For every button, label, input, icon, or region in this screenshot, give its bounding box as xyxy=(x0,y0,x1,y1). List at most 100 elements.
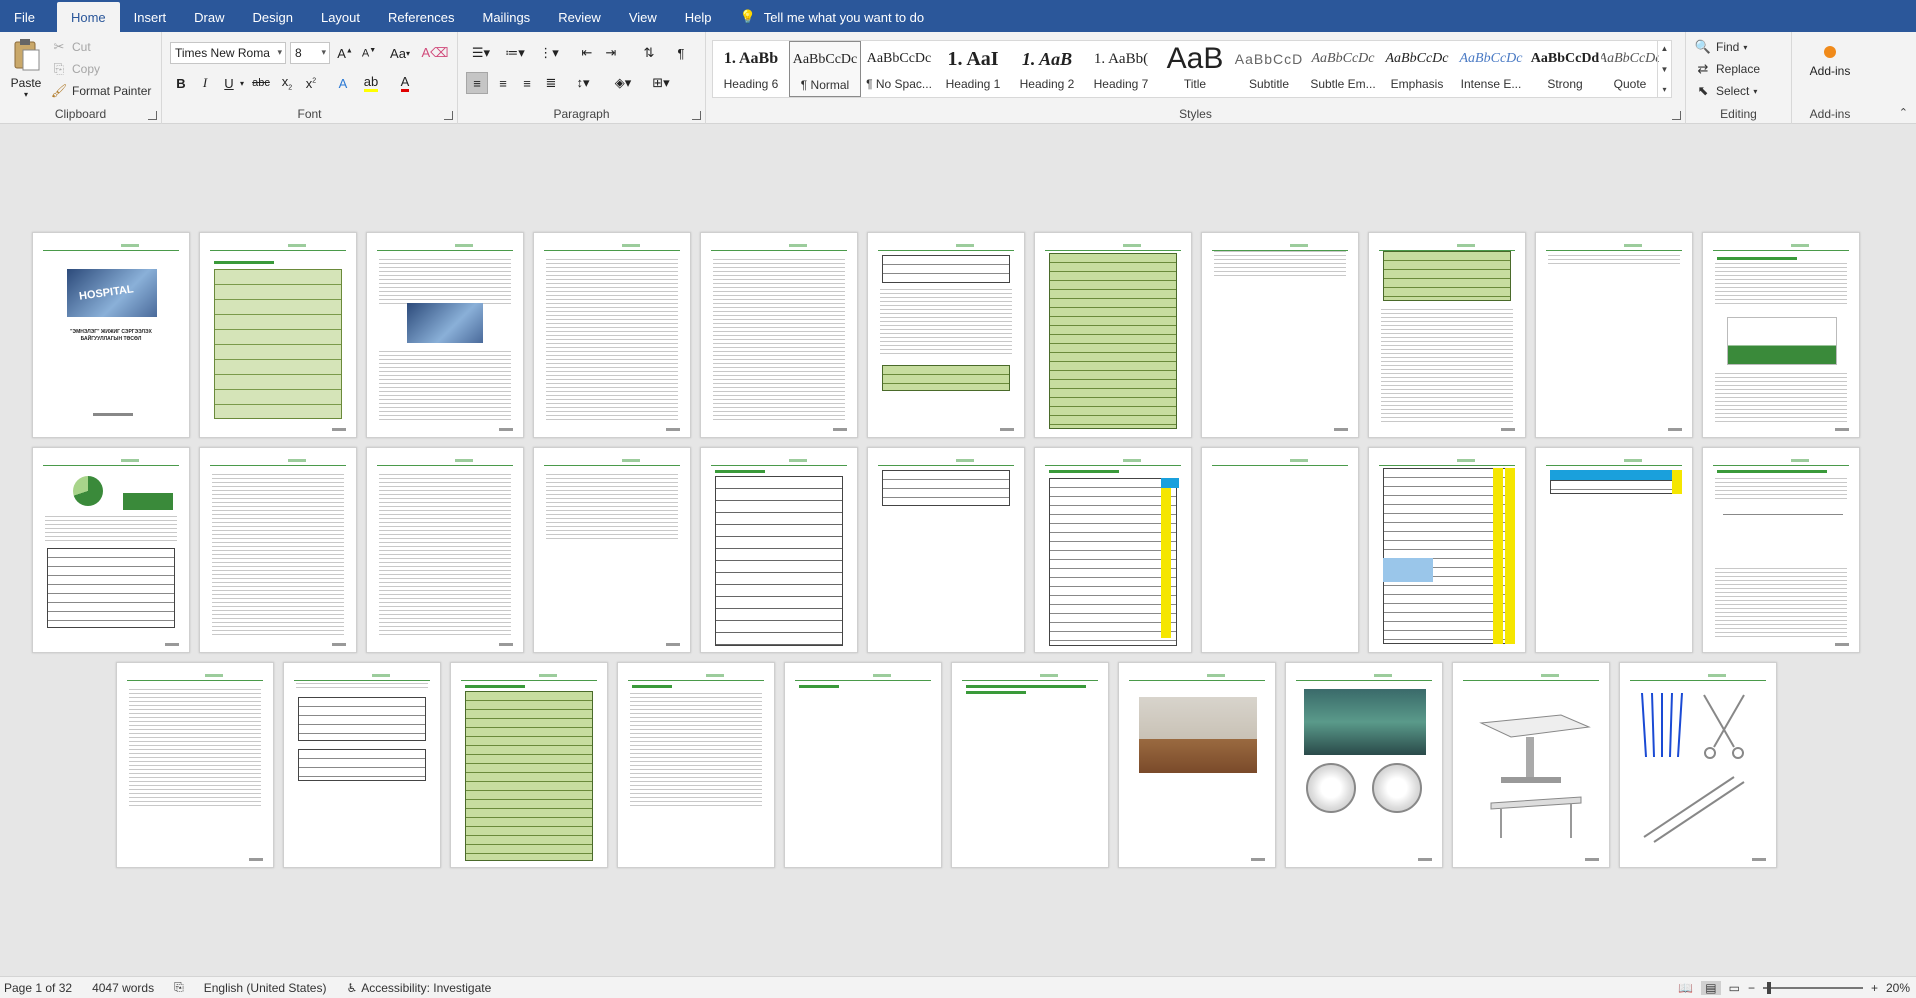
page-thumbnail-2[interactable] xyxy=(199,232,357,438)
page-count[interactable]: Page 1 of 32 xyxy=(4,981,72,995)
page-thumbnail-10[interactable] xyxy=(1535,232,1693,438)
page-thumbnail-31[interactable] xyxy=(1452,662,1610,868)
style-heading-2[interactable]: 1. AaB Heading 2 xyxy=(1011,41,1083,97)
clear-formatting-button[interactable]: A⌫ xyxy=(421,42,448,64)
shading-button[interactable]: ◈▾ xyxy=(608,72,638,94)
page-thumbnail-28[interactable] xyxy=(951,662,1109,868)
grow-font-button[interactable]: A▲ xyxy=(334,42,356,64)
styles-gallery-scroll[interactable]: ▲ ▼ ▾ xyxy=(1657,41,1671,97)
align-center-button[interactable]: ≡ xyxy=(492,72,514,94)
justify-button[interactable]: ≣ xyxy=(540,72,562,94)
highlight-button[interactable]: ab xyxy=(360,72,382,94)
style-subtle-emphasis[interactable]: AaBbCcDc Subtle Em... xyxy=(1307,41,1379,97)
line-spacing-button[interactable]: ↕▾ xyxy=(568,72,598,94)
page-thumbnail-6[interactable] xyxy=(867,232,1025,438)
page-thumbnail-22[interactable] xyxy=(1702,447,1860,653)
paragraph-launcher-icon[interactable] xyxy=(692,111,701,120)
format-painter-button[interactable]: 🖌 Format Painter xyxy=(50,80,152,102)
style-emphasis[interactable]: AaBbCcDc Emphasis xyxy=(1381,41,1453,97)
page-thumbnail-1[interactable]: HOSPITAL "ЭМНЭЛЭГ" ЖИЖИГ СЭРГЭЭЛЭХ БАЙГУ… xyxy=(32,232,190,438)
tab-review[interactable]: Review xyxy=(544,2,615,32)
bold-button[interactable]: B xyxy=(170,72,192,94)
paste-button[interactable]: Paste ▾ xyxy=(8,38,44,104)
decrease-indent-button[interactable]: ⇤ xyxy=(576,42,598,64)
page-thumbnail-19[interactable] xyxy=(1201,447,1359,653)
page-thumbnail-8[interactable] xyxy=(1201,232,1359,438)
page-thumbnail-13[interactable] xyxy=(199,447,357,653)
language-indicator[interactable]: English (United States) xyxy=(204,981,327,995)
zoom-out-icon[interactable]: − xyxy=(1748,981,1755,995)
tab-layout[interactable]: Layout xyxy=(307,2,374,32)
page-thumbnail-24[interactable] xyxy=(283,662,441,868)
strikethrough-button[interactable]: abc xyxy=(250,72,272,94)
tab-view[interactable]: View xyxy=(615,2,671,32)
multilevel-list-button[interactable]: ⋮▾ xyxy=(534,42,564,64)
tab-mailings[interactable]: Mailings xyxy=(469,2,545,32)
tab-help[interactable]: Help xyxy=(671,2,726,32)
style-heading-1[interactable]: 1. AaI Heading 1 xyxy=(937,41,1009,97)
italic-button[interactable]: I xyxy=(194,72,216,94)
show-marks-button[interactable]: ¶ xyxy=(670,42,692,64)
text-effects-button[interactable]: A xyxy=(332,72,354,94)
page-thumbnail-16[interactable] xyxy=(700,447,858,653)
zoom-level[interactable]: 20% xyxy=(1886,981,1910,995)
style-no-spacing[interactable]: AaBbCcDc ¶ No Spac... xyxy=(863,41,935,97)
style-intense-emphasis[interactable]: AaBbCcDc Intense E... xyxy=(1455,41,1527,97)
superscript-button[interactable]: x2 xyxy=(300,72,322,94)
page-thumbnail-27[interactable] xyxy=(784,662,942,868)
tab-design[interactable]: Design xyxy=(239,2,307,32)
copy-button[interactable]: ⎘ Copy xyxy=(50,58,100,80)
subscript-button[interactable]: x2 xyxy=(276,72,298,94)
font-name-combo[interactable]: Times New Roma ▾ xyxy=(170,42,286,64)
style-normal[interactable]: AaBbCcDc ¶ Normal xyxy=(789,41,861,97)
read-mode-icon[interactable]: 📖 xyxy=(1678,981,1693,995)
page-thumbnail-21[interactable] xyxy=(1535,447,1693,653)
align-left-button[interactable]: ≡ xyxy=(466,72,488,94)
style-subtitle[interactable]: AaBbCcD Subtitle xyxy=(1233,41,1305,97)
zoom-in-icon[interactable]: + xyxy=(1871,981,1878,995)
word-count[interactable]: 4047 words xyxy=(92,981,154,995)
style-heading-7[interactable]: 1. AaBb( Heading 7 xyxy=(1085,41,1157,97)
zoom-slider-knob[interactable] xyxy=(1766,982,1771,994)
document-canvas[interactable]: HOSPITAL "ЭМНЭЛЭГ" ЖИЖИГ СЭРГЭЭЛЭХ БАЙГУ… xyxy=(0,124,1916,976)
page-thumbnail-4[interactable] xyxy=(533,232,691,438)
proofing-icon[interactable]: ⎘ xyxy=(174,980,184,995)
style-heading-6[interactable]: 1. AaBb Heading 6 xyxy=(715,41,787,97)
underline-dropdown[interactable]: ▾ xyxy=(236,72,248,94)
tab-references[interactable]: References xyxy=(374,2,468,32)
tab-draw[interactable]: Draw xyxy=(180,2,238,32)
page-thumbnail-30[interactable] xyxy=(1285,662,1443,868)
style-strong[interactable]: AaBbCcDd Strong xyxy=(1529,41,1601,97)
cut-button[interactable]: ✂ Cut xyxy=(50,36,91,58)
page-thumbnail-18[interactable] xyxy=(1034,447,1192,653)
borders-button[interactable]: ⊞▾ xyxy=(646,72,676,94)
page-thumbnail-9[interactable] xyxy=(1368,232,1526,438)
page-thumbnail-7[interactable] xyxy=(1034,232,1192,438)
chevron-down-icon[interactable]: ▼ xyxy=(1661,65,1669,74)
more-styles-icon[interactable]: ▾ xyxy=(1662,85,1666,94)
increase-indent-button[interactable]: ⇥ xyxy=(600,42,622,64)
find-button[interactable]: 🔍 Find ▾ xyxy=(1694,36,1747,58)
addins-button[interactable]: Add-ins xyxy=(1796,40,1864,78)
font-size-combo[interactable]: 8 ▾ xyxy=(290,42,330,64)
page-thumbnail-25[interactable] xyxy=(450,662,608,868)
page-thumbnail-5[interactable] xyxy=(700,232,858,438)
change-case-button[interactable]: Aa ▾ xyxy=(384,42,416,64)
styles-launcher-icon[interactable] xyxy=(1672,111,1681,120)
page-thumbnail-20[interactable] xyxy=(1368,447,1526,653)
tab-insert[interactable]: Insert xyxy=(120,2,181,32)
page-thumbnail-17[interactable] xyxy=(867,447,1025,653)
zoom-slider[interactable] xyxy=(1762,982,1863,994)
page-thumbnail-32[interactable] xyxy=(1619,662,1777,868)
numbering-button[interactable]: ≔▾ xyxy=(500,42,530,64)
select-button[interactable]: ⬉ Select ▾ xyxy=(1694,80,1758,102)
page-thumbnail-3[interactable] xyxy=(366,232,524,438)
chevron-up-icon[interactable]: ▲ xyxy=(1661,44,1669,53)
accessibility-button[interactable]: ♿ Accessibility: Investigate xyxy=(346,981,491,995)
page-thumbnail-29[interactable] xyxy=(1118,662,1276,868)
page-thumbnail-14[interactable] xyxy=(366,447,524,653)
font-launcher-icon[interactable] xyxy=(444,111,453,120)
page-thumbnail-15[interactable] xyxy=(533,447,691,653)
collapse-ribbon-icon[interactable]: ⌃ xyxy=(1899,106,1908,119)
tab-file[interactable]: File xyxy=(0,2,57,32)
